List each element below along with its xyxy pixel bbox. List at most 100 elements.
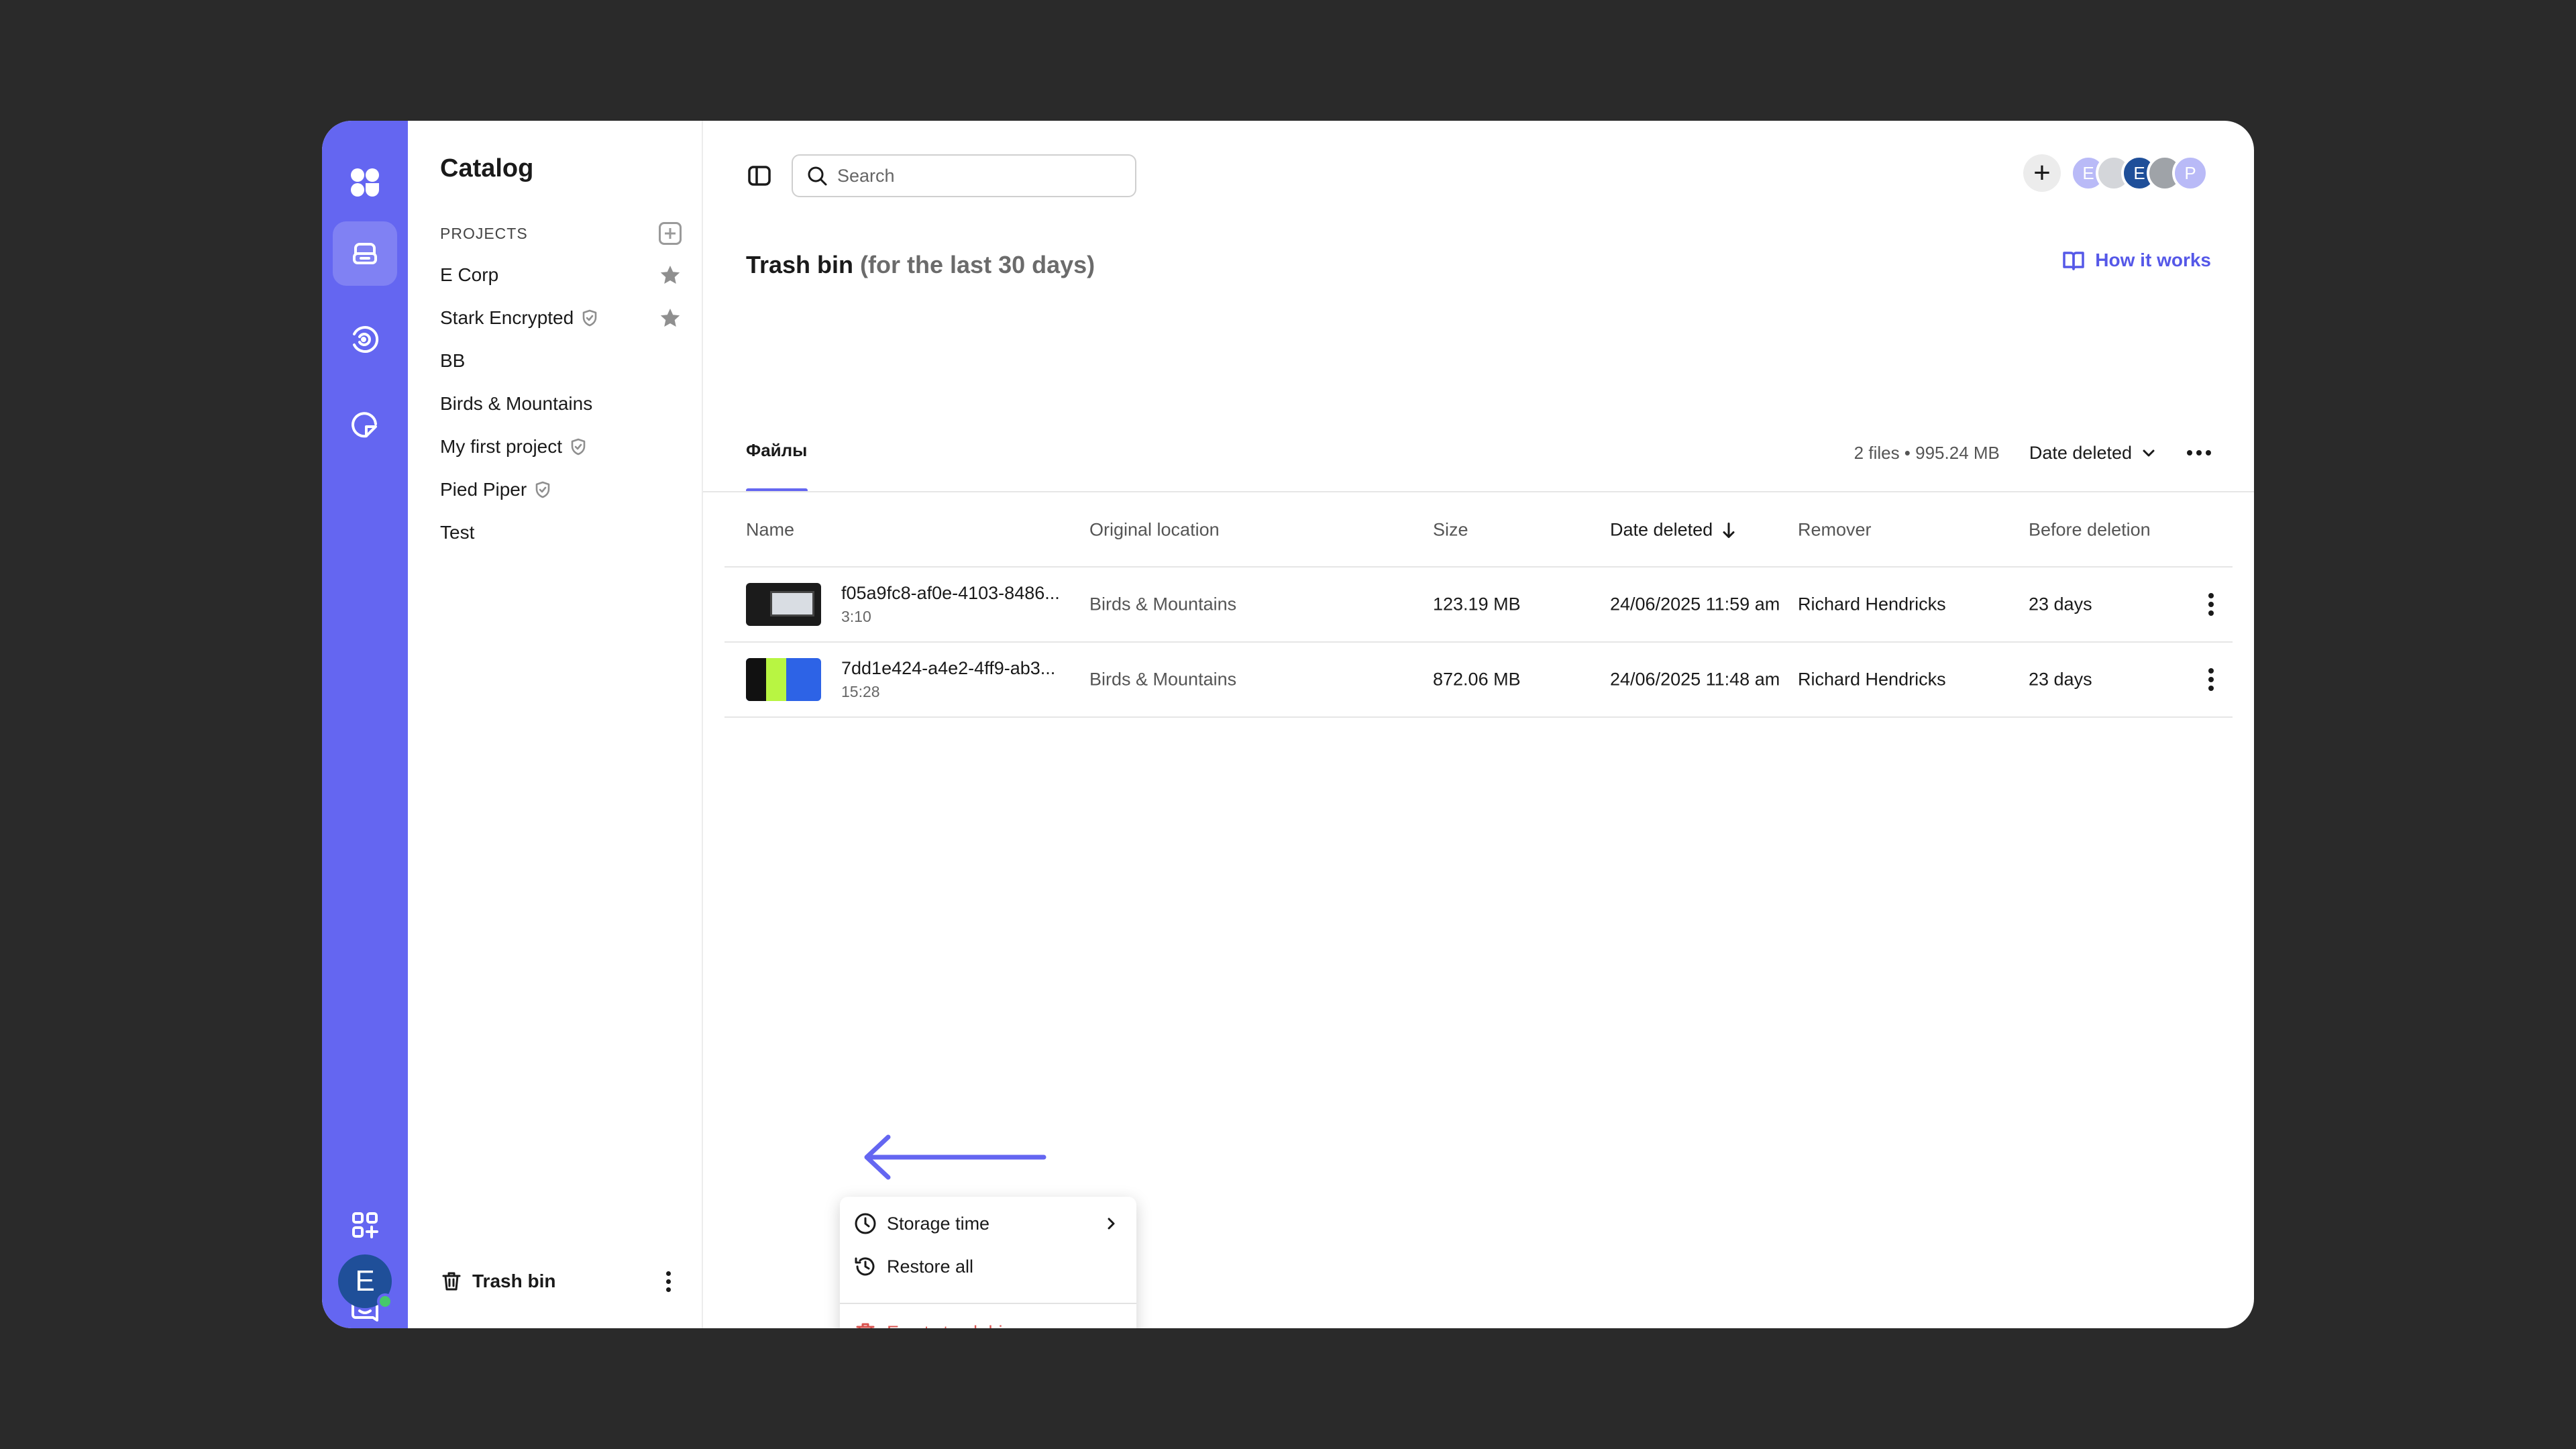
project-name: Test [440,522,475,543]
file-duration: 15:28 [841,683,880,700]
date-deleted: 24/06/2025 11:59 am [1610,594,1780,614]
file-count: 2 files • 995.24 MB [1854,442,2000,463]
stream-icon[interactable] [333,307,397,372]
storage-time-item[interactable]: Storage time [853,1203,1123,1244]
storage-icon[interactable] [333,221,397,286]
star-icon[interactable] [659,264,682,286]
icon-rail: E [322,121,408,1328]
before-deletion: 23 days [2029,594,2092,614]
member-avatar-letter: P [2184,162,2196,183]
catalog-title: Catalog [440,154,534,182]
empty-trash-item[interactable]: Empty trash bin [853,1312,1123,1328]
col-size[interactable]: Size [1433,520,1468,541]
sort-desc-icon [1723,522,1735,538]
chevron-right-icon [1108,1218,1115,1230]
project-name: My first project [440,436,563,457]
search-box[interactable] [792,154,1136,197]
project-item[interactable]: Pied Piper [440,468,682,511]
star-icon[interactable] [659,307,682,329]
table-row[interactable]: f05a9fc8-af0e-4103-8486... 3:10 Birds & Mo… [724,568,2233,643]
app-window: E Catalog PROJECTS E Corp Stark Encrypted… [322,121,2254,1328]
col-date-deleted[interactable]: Date deleted [1610,520,1737,541]
tab-files[interactable]: Файлы [746,440,808,492]
app-logo-icon[interactable] [333,150,397,215]
shield-check-icon [580,309,599,327]
page-title: Trash bin (for the last 30 days) [746,251,1095,279]
project-item-left: BB [440,350,465,372]
col-location[interactable]: Original location [1089,520,1220,541]
col-remover[interactable]: Remover [1798,520,1872,541]
more-options-button[interactable] [2187,450,2211,455]
restore-icon [855,1257,875,1276]
storage-time-label: Storage time [887,1213,990,1234]
member-avatar[interactable]: P [2172,155,2208,191]
project-name: E Corp [440,264,499,285]
trash-bin-label: Trash bin [472,1271,556,1291]
project-item[interactable]: Stark Encrypted [440,297,682,339]
sidebar-toggle-icon[interactable] [746,162,773,189]
tab-files-label: Файлы [746,440,808,460]
trash-icon [856,1323,875,1328]
col-date-label: Date deleted [1610,519,1713,540]
project-item[interactable]: Birds & Mountains [440,382,682,425]
remover: Richard Hendricks [1798,594,1946,614]
project-item-left: Pied Piper [440,479,552,500]
project-item[interactable]: BB [440,339,682,382]
col-before-deletion[interactable]: Before deletion [2029,520,2151,541]
original-location: Birds & Mountains [1089,594,1237,614]
sort-dropdown[interactable]: Date deleted [2029,443,2157,464]
project-item[interactable]: Test [440,511,682,554]
projects-header: PROJECTS [440,220,682,247]
project-name: Pied Piper [440,479,527,500]
tabs-divider [703,491,2254,492]
empty-trash-label: Empty trash bin [887,1322,1013,1329]
row-menu-button[interactable] [2208,668,2214,691]
table-header: Name Original location Size Date deleted… [724,494,2233,568]
chevron-down-icon [2143,449,2155,457]
project-item-left: My first project [440,436,588,458]
files-table: Name Original location Size Date deleted… [724,494,2233,718]
review-icon[interactable] [333,393,397,458]
col-name[interactable]: Name [746,520,794,541]
user-avatar[interactable]: E [338,1254,393,1309]
project-item[interactable]: E Corp [440,254,682,297]
collaborators-bar: + E E P [2023,154,2208,192]
file-name-cell: 7dd1e424-a4e2-4ff9-ab3... 15:28 [746,658,1055,701]
how-it-works-link[interactable]: How it works [2060,247,2211,274]
trash-context-menu: Storage time Restore all Empty trash bin [840,1197,1136,1328]
remover: Richard Hendricks [1798,669,1946,690]
shield-check-icon [533,480,552,499]
projects-label: PROJECTS [440,224,528,242]
trash-bin-nav[interactable]: Trash bin [440,1261,682,1301]
search-input[interactable] [837,165,1119,186]
row-menu-button[interactable] [2208,593,2214,616]
file-size: 872.06 MB [1433,669,1521,690]
add-project-icon[interactable] [659,222,682,245]
video-thumbnail [746,583,821,626]
project-item[interactable]: My first project [440,425,682,468]
search-icon [808,166,827,186]
file-duration: 3:10 [841,608,871,625]
trash-bin-menu-button[interactable] [655,1264,682,1299]
date-deleted: 24/06/2025 11:48 am [1610,669,1780,690]
menu-divider [840,1303,1136,1304]
shield-check-icon [569,437,588,456]
project-name: Birds & Mountains [440,393,593,414]
table-row[interactable]: 7dd1e424-a4e2-4ff9-ab3... 15:28 Birds & Mo… [724,643,2233,718]
toolbar [746,154,1136,197]
project-name: BB [440,350,466,371]
apps-add-icon[interactable] [333,1193,397,1257]
clock-icon [855,1213,876,1234]
book-icon [2063,252,2085,270]
before-deletion: 23 days [2029,669,2092,690]
project-name: Stark Encrypted [440,307,574,328]
trash-bin-link[interactable]: Trash bin [440,1270,555,1293]
project-list: E Corp Stark Encrypted BB Birds & Mountains… [440,254,682,554]
online-status-dot [377,1293,393,1309]
file-name-cell: f05a9fc8-af0e-4103-8486... 3:10 [746,583,1060,626]
restore-all-label: Restore all [887,1256,974,1277]
member-avatar-letter: E [2133,162,2145,183]
file-name: 7dd1e424-a4e2-4ff9-ab3... [841,658,1056,678]
restore-all-item[interactable]: Restore all [853,1246,1123,1287]
add-member-button[interactable]: + [2023,154,2061,192]
